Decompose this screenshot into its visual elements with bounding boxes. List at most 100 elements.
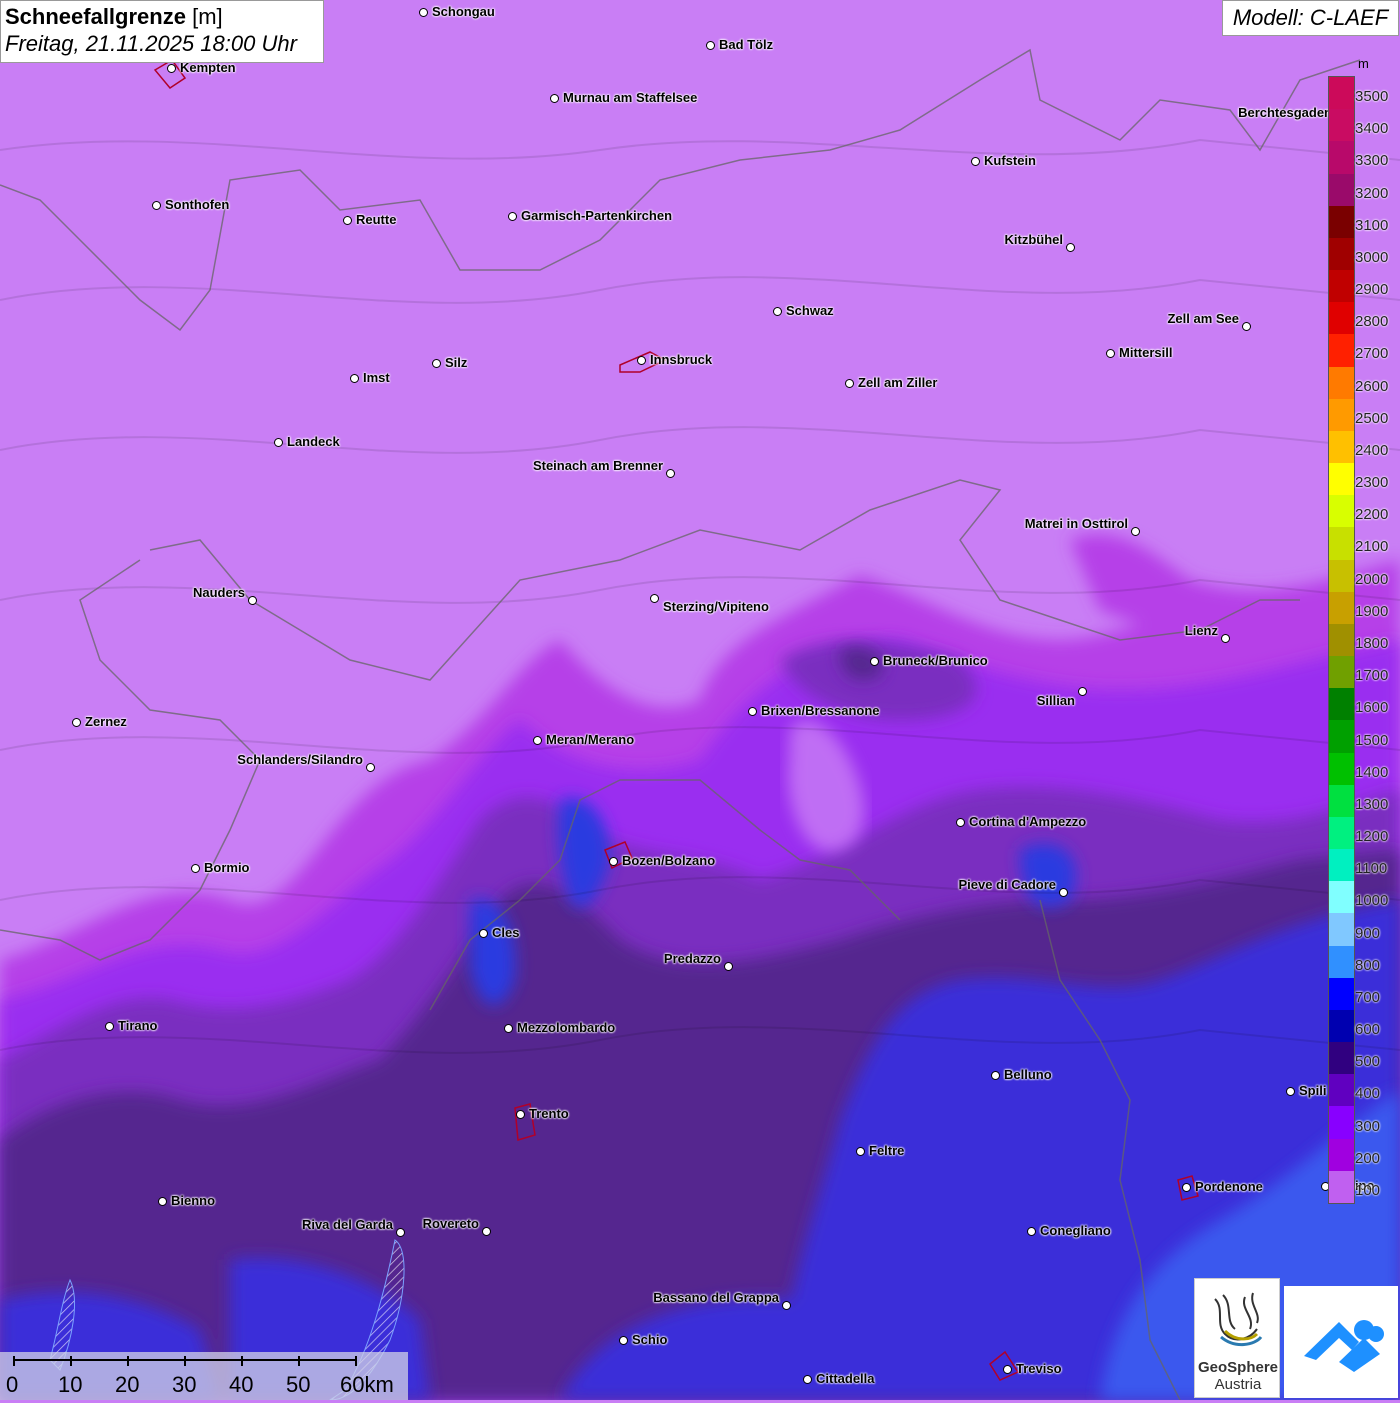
legend-swatch-1400 (1329, 752, 1354, 786)
legend-label-1100: 1100 (1355, 860, 1388, 878)
legend-swatch-2300 (1329, 463, 1354, 496)
city-marker-zell-am-ziller (845, 379, 854, 388)
geosphere-logo[interactable]: GeoSphere Austria (1194, 1278, 1280, 1398)
model-label: Modell: C-LAEF (1222, 0, 1399, 36)
legend-swatch-600 (1329, 1009, 1354, 1043)
city-marker-schlanders-silandro (366, 763, 375, 772)
city-marker-kempten (167, 64, 176, 73)
legend-swatch-1300 (1329, 784, 1354, 818)
scale-label-30: 30 (172, 1372, 197, 1397)
city-marker-rovereto (482, 1227, 491, 1236)
city-marker-cortina-d-ampezzo (956, 818, 965, 827)
legend-label-2800: 2800 (1355, 313, 1389, 331)
city-marker-bruneck-brunico (870, 657, 879, 666)
city-label-riva-del-garda: Riva del Garda (301, 1217, 393, 1232)
legend-label-400: 400 (1355, 1085, 1381, 1103)
city-label-feltre: Feltre (869, 1143, 905, 1158)
city-marker-feltre (856, 1147, 865, 1156)
legend-swatch-3500 (1329, 77, 1354, 110)
scale-label-50: 50 (286, 1372, 311, 1397)
city-marker-pordenone (1182, 1183, 1191, 1192)
legend-label-3400: 3400 (1355, 120, 1389, 138)
legend-label-1400: 1400 (1355, 763, 1389, 781)
legend-swatch-100 (1329, 1170, 1354, 1204)
map-title-unit: [m] (192, 4, 223, 29)
legend-swatch-2500 (1329, 398, 1354, 432)
map-title-variable: Schneefallgrenze (5, 4, 186, 29)
legend-label-3000: 3000 (1355, 248, 1389, 266)
legend-label-500: 500 (1355, 1053, 1381, 1071)
geosphere-logo-title: GeoSphere (1197, 1359, 1279, 1376)
city-marker-bozen-bolzano (609, 857, 618, 866)
legend-swatch-300 (1329, 1106, 1354, 1140)
city-label-sonthofen: Sonthofen (165, 197, 230, 212)
legend-label-2200: 2200 (1355, 506, 1389, 524)
mountain-cloud-icon (1304, 1320, 1384, 1372)
city-marker-sterzing-vipiteno (650, 594, 659, 603)
legend-label-800: 800 (1355, 956, 1381, 974)
city-label-zell-am-ziller: Zell am Ziller (858, 375, 938, 390)
weather-app-logo[interactable] (1284, 1286, 1398, 1398)
city-marker-bad-t-lz (706, 41, 715, 50)
legend-swatch-2800 (1329, 302, 1354, 335)
map-title: Schneefallgrenze [m] (5, 4, 319, 30)
legend-swatch-3200 (1329, 173, 1354, 207)
city-label-treviso: Treviso (1016, 1361, 1062, 1376)
city-marker-belluno (991, 1071, 1000, 1080)
city-marker-schongau (419, 8, 428, 17)
legend-swatch-700 (1329, 977, 1354, 1011)
city-label-bruneck-brunico: Bruneck/Brunico (883, 653, 988, 668)
city-label-meran-merano: Meran/Merano (546, 732, 635, 747)
city-marker-schio (619, 1336, 628, 1345)
city-label-trento: Trento (529, 1106, 569, 1121)
city-marker-cittadella (803, 1375, 812, 1384)
legend-label-100: 100 (1355, 1181, 1381, 1199)
legend-swatch-1600 (1329, 688, 1354, 721)
city-label-tirano: Tirano (118, 1018, 158, 1033)
legend-swatch-1100 (1329, 849, 1354, 882)
city-marker-predazzo (724, 962, 733, 971)
legend-label-2300: 2300 (1355, 474, 1389, 492)
city-marker-landeck (274, 438, 283, 447)
city-label-berchtesgaden: Berchtesgaden (1238, 105, 1332, 120)
legend-swatch-1200 (1329, 816, 1354, 850)
city-marker-bormio (191, 864, 200, 873)
city-label-schlanders-silandro: Schlanders/Silandro (237, 752, 363, 767)
legend-label-2600: 2600 (1355, 377, 1389, 395)
legend-label-200: 200 (1355, 1149, 1381, 1167)
city-label-cittadella: Cittadella (816, 1371, 875, 1386)
legend-label-700: 700 (1355, 988, 1381, 1006)
city-marker-treviso (1003, 1365, 1012, 1374)
legend-label-3300: 3300 (1355, 152, 1389, 170)
city-label-nauders: Nauders (192, 585, 245, 600)
scale-label-10: 10 (58, 1372, 83, 1397)
legend-swatch-2900 (1329, 270, 1354, 303)
legend-label-1600: 1600 (1355, 699, 1389, 717)
city-marker-spili (1286, 1087, 1295, 1096)
legend-label-1200: 1200 (1355, 828, 1389, 846)
city-label-bad-t-lz: Bad Tölz (719, 37, 774, 52)
city-label-pieve-di-cadore: Pieve di Cadore (958, 877, 1056, 892)
city-label-steinach-am-brenner: Steinach am Brenner (532, 458, 663, 473)
legend-label-3500: 3500 (1355, 88, 1389, 106)
legend-swatch-1800 (1329, 623, 1354, 657)
legend-swatch-200 (1329, 1138, 1354, 1172)
legend-label-1000: 1000 (1355, 892, 1389, 910)
legend-label-1300: 1300 (1355, 795, 1389, 813)
city-marker-mezzolombardo (504, 1024, 513, 1033)
legend-color-bar (1328, 76, 1355, 1204)
city-label-sterzing-vipiteno: Sterzing/Vipiteno (663, 599, 769, 614)
legend-swatch-1500 (1329, 720, 1354, 754)
legend-label-2400: 2400 (1355, 441, 1389, 459)
city-marker-meran-merano (533, 736, 542, 745)
city-marker-brixen-bressanone (748, 707, 757, 716)
legend-swatch-3400 (1329, 109, 1354, 142)
city-marker-nauders (248, 596, 257, 605)
scale-bar: 0 10 20 30 40 50 60km (0, 1352, 408, 1400)
geosphere-emblem-icon (1214, 1292, 1263, 1346)
city-label-kitzb-hel: Kitzbühel (1004, 232, 1064, 247)
city-marker-matrei-in-osttirol (1131, 527, 1140, 536)
city-marker-schwaz (773, 307, 782, 316)
legend-label-1500: 1500 (1355, 731, 1389, 749)
legend-swatch-1000 (1329, 881, 1354, 914)
